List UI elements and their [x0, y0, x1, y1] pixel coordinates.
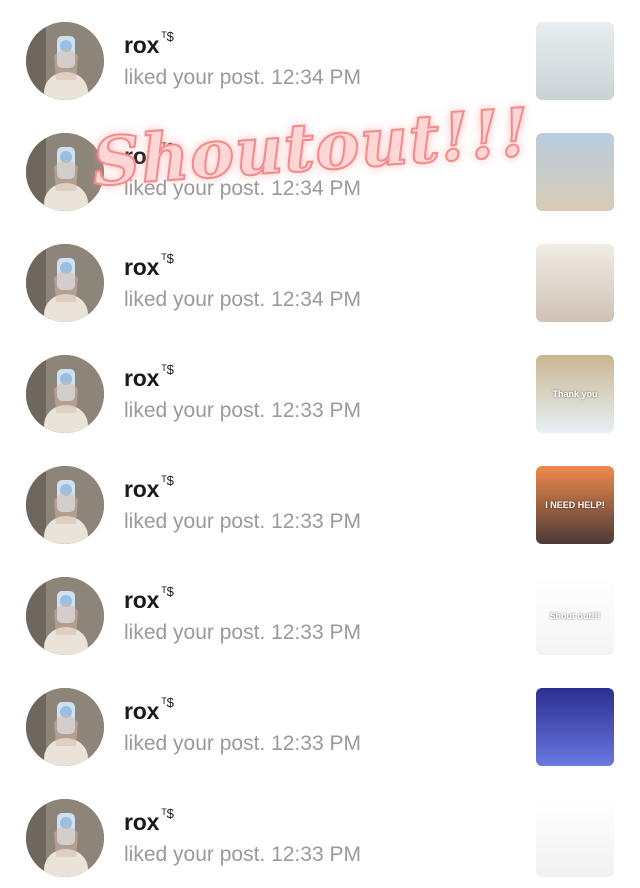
notification-row[interactable]: rox ᵀ$ liked your post. 12:33 PM	[0, 777, 640, 888]
skincare-bottles-thumbnail[interactable]	[536, 22, 614, 100]
tulip-field-thumbnail[interactable]: Thank you	[536, 355, 614, 433]
avatar[interactable]	[26, 22, 104, 100]
notification-row[interactable]: rox ᵀ$ liked your post. 12:34 PM	[0, 111, 640, 222]
username-badge: ᵀ$	[161, 251, 174, 267]
username[interactable]: rox ᵀ$	[124, 806, 174, 836]
thumbnail-caption: Shout out!!!	[549, 611, 601, 621]
username[interactable]: rox ᵀ$	[124, 473, 174, 503]
username[interactable]: rox ᵀ$	[124, 362, 174, 392]
username-badge: ᵀ$	[161, 362, 174, 378]
username[interactable]: rox ᵀ$	[124, 695, 174, 725]
username-text: rox	[124, 698, 160, 724]
avatar[interactable]	[26, 688, 104, 766]
username-text: rox	[124, 32, 160, 58]
jellyfish-thumbnail[interactable]	[536, 688, 614, 766]
sunset-path-thumbnail[interactable]: I NEED HELP!	[536, 466, 614, 544]
beach-thumbnail[interactable]	[536, 133, 614, 211]
username-badge: ᵀ$	[161, 29, 174, 45]
activity-text: liked your post. 12:34 PM	[124, 288, 361, 311]
avatar[interactable]	[26, 466, 104, 544]
notification-list: rox ᵀ$ liked your post. 12:34 PM rox ᵀ$ liked…	[0, 0, 640, 888]
thumbnail-caption: Thank you	[552, 389, 598, 399]
username-text: rox	[124, 365, 160, 391]
avatar[interactable]	[26, 355, 104, 433]
avatar[interactable]	[26, 799, 104, 877]
username-text: rox	[124, 587, 160, 613]
activity-text: liked your post. 12:33 PM	[124, 399, 361, 422]
avatar[interactable]	[26, 244, 104, 322]
avatar[interactable]	[26, 133, 104, 211]
activity-text: liked your post. 12:33 PM	[124, 843, 361, 866]
activity-text: liked your post. 12:33 PM	[124, 732, 361, 755]
username-badge: ᵀ$	[161, 806, 174, 822]
username[interactable]: rox ᵀ$	[124, 584, 174, 614]
username-text: rox	[124, 476, 160, 502]
username-text: rox	[124, 254, 160, 280]
activity-text: liked your post. 12:34 PM	[124, 66, 361, 89]
username[interactable]: rox ᵀ$	[124, 140, 174, 170]
username-text: rox	[124, 143, 160, 169]
notification-row[interactable]: rox ᵀ$ liked your post. 12:33 PM	[0, 666, 640, 777]
avatar[interactable]	[26, 577, 104, 655]
username[interactable]: rox ᵀ$	[124, 251, 174, 281]
notification-row[interactable]: rox ᵀ$ liked your post. 12:33 PM Thank you	[0, 333, 640, 444]
notification-row[interactable]: rox ᵀ$ liked your post. 12:33 PM Shout out!…	[0, 555, 640, 666]
username[interactable]: rox ᵀ$	[124, 29, 174, 59]
stats-thumbnail[interactable]	[536, 799, 614, 877]
username-badge: ᵀ$	[161, 140, 174, 156]
notification-row[interactable]: rox ᵀ$ liked your post. 12:33 PM I NEED HEL…	[0, 444, 640, 555]
shoutout-list-thumbnail[interactable]: Shout out!!!	[536, 577, 614, 655]
notification-row[interactable]: rox ᵀ$ liked your post. 12:34 PM	[0, 0, 640, 111]
username-badge: ᵀ$	[161, 473, 174, 489]
username-badge: ᵀ$	[161, 695, 174, 711]
username-text: rox	[124, 809, 160, 835]
notification-row[interactable]: rox ᵀ$ liked your post. 12:34 PM	[0, 222, 640, 333]
activity-text: liked your post. 12:33 PM	[124, 510, 361, 533]
perfume-thumbnail[interactable]	[536, 244, 614, 322]
activity-text: liked your post. 12:33 PM	[124, 621, 361, 644]
thumbnail-caption: I NEED HELP!	[545, 500, 605, 510]
activity-text: liked your post. 12:34 PM	[124, 177, 361, 200]
username-badge: ᵀ$	[161, 584, 174, 600]
